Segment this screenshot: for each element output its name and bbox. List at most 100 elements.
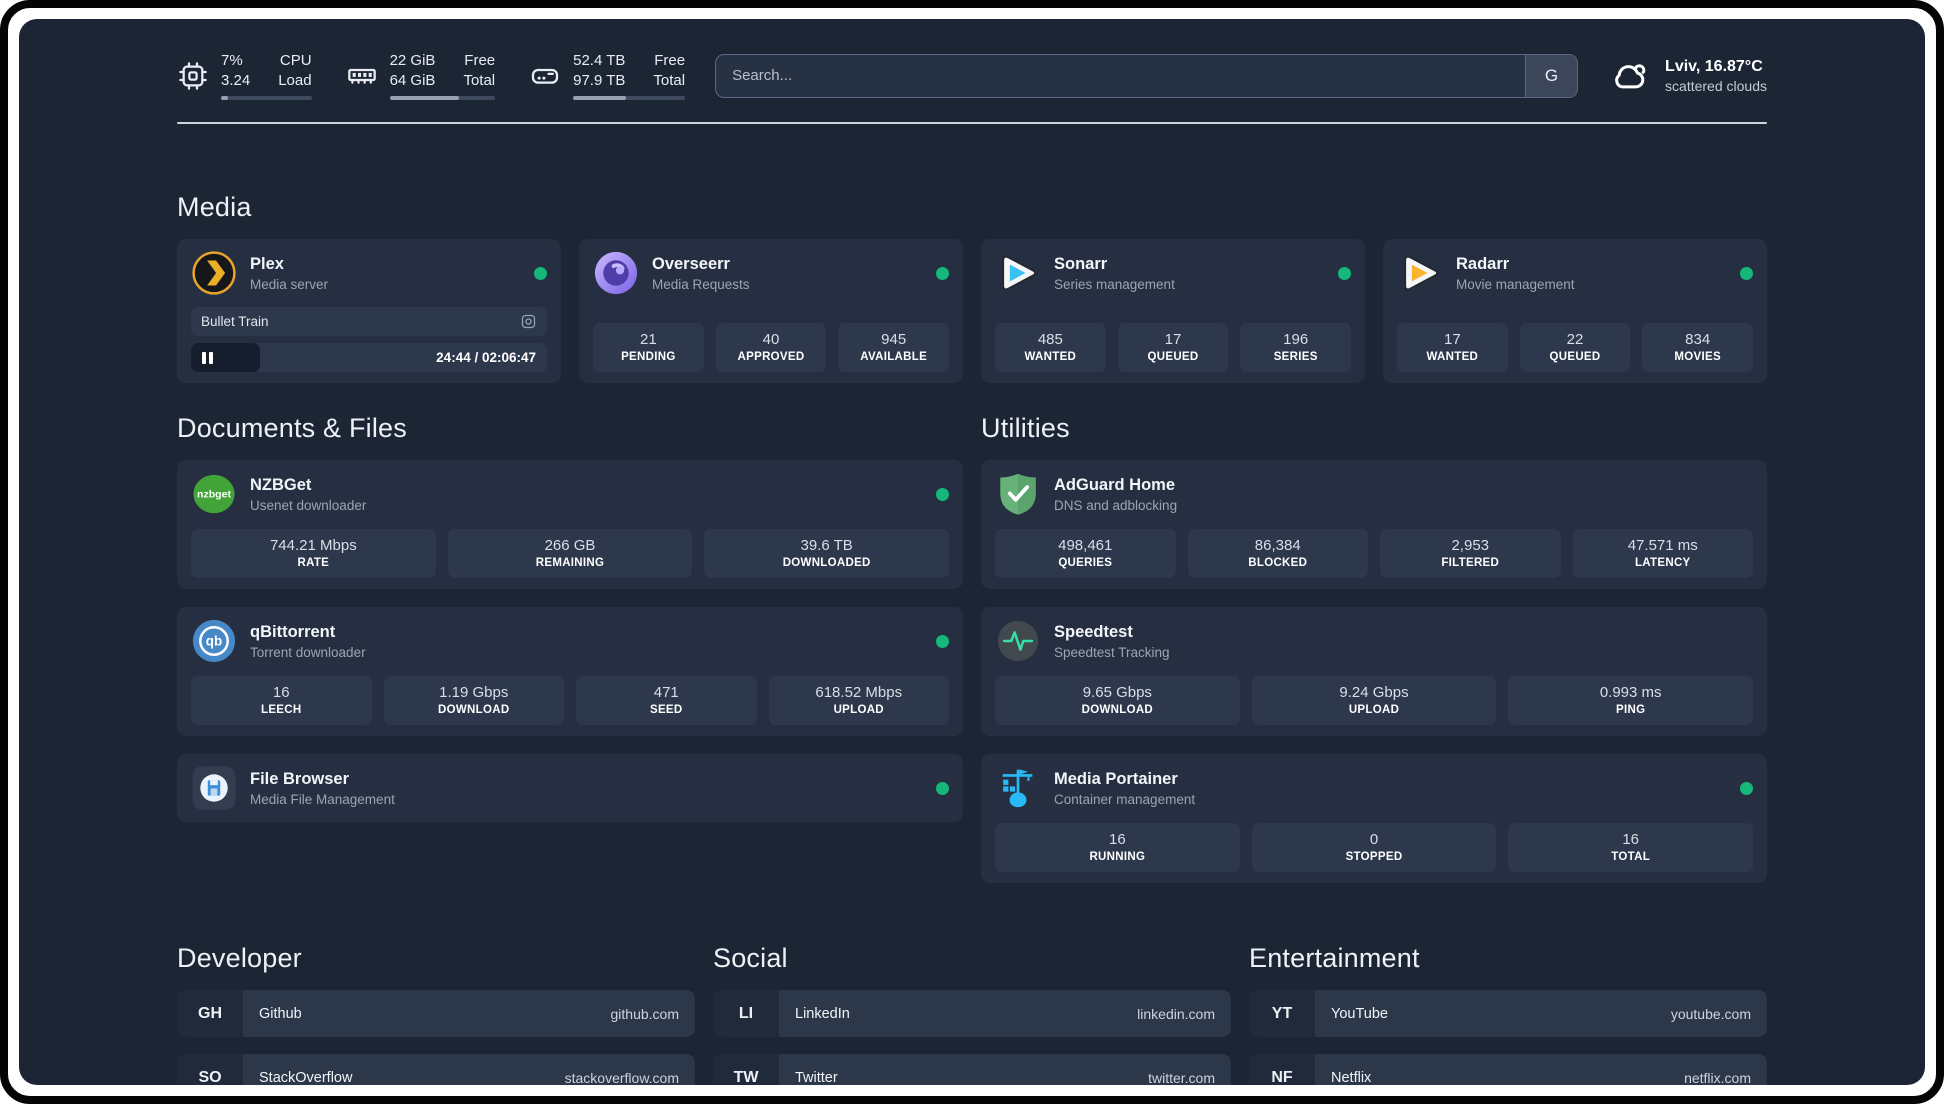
bookmark-link-twitter[interactable]: TW Twitter twitter.com	[713, 1054, 1231, 1085]
service-description: Media File Management	[250, 791, 395, 807]
bookmark-body: YouTube youtube.com	[1315, 990, 1767, 1037]
stat-label: SERIES	[1273, 351, 1318, 363]
stat-value: 485	[1037, 331, 1063, 348]
stat-value: 22	[1566, 331, 1584, 348]
search-provider-button[interactable]: G	[1525, 54, 1578, 97]
stat-value: 47.571 ms	[1627, 537, 1698, 554]
bookmark-body: Netflix netflix.com	[1315, 1054, 1767, 1085]
bookmark-link-github[interactable]: GH Github github.com	[177, 990, 695, 1037]
service-header: AdGuard Home DNS and adblocking	[995, 471, 1753, 517]
stat-value: 196	[1283, 331, 1309, 348]
stat-label: PENDING	[621, 351, 676, 363]
stat-value: 16	[1108, 831, 1126, 848]
service-card-nzbget[interactable]: nzbget NZBGet Usenet downloader 744.21 Mbps…	[177, 460, 963, 589]
bookmark-list: GH Github github.com SO StackOverflow stackov…	[177, 990, 695, 1085]
service-card-qbittorrent[interactable]: qb qBittorrent Torrent downloader 16 LEECH 1.…	[177, 607, 963, 736]
stat-values: 22 GiB 64 GiB	[390, 51, 436, 90]
stat-label: REMAINING	[535, 557, 605, 569]
service-meta: qBittorrent Torrent downloader	[250, 623, 366, 660]
service-card-adguard-home[interactable]: AdGuard Home DNS and adblocking 498,461 QUE…	[981, 460, 1767, 589]
stat-block-approved: 40 APPROVED	[715, 323, 827, 372]
stat-value: 744.21 Mbps	[269, 537, 357, 554]
stat-value: 471	[653, 684, 679, 701]
bookmark-url: stackoverflow.com	[564, 1069, 679, 1086]
service-card-radarr[interactable]: Radarr Movie management 17 WANTED 22 QUEUED 83…	[1383, 239, 1767, 383]
stat-value-line: 7%	[221, 52, 243, 69]
stat-value: 0	[1369, 831, 1379, 848]
service-stats-row: 744.21 Mbps RATE 266 GB REMAINING 39.6 TB DOW…	[191, 529, 950, 578]
stat-label: QUEUED	[1549, 351, 1601, 363]
playback-time: 24:44 / 02:06:47	[436, 350, 536, 365]
svg-text:nzbget: nzbget	[197, 489, 231, 501]
service-name: File Browser	[250, 769, 350, 788]
stat-label: FILTERED	[1441, 557, 1500, 569]
search-bar: G	[715, 53, 1579, 98]
stat-block-stopped: 0 STOPPED	[1251, 823, 1497, 872]
stat-block-movies: 834 MOVIES	[1642, 323, 1754, 372]
stat-block-ping: 0.993 ms PING	[1508, 676, 1754, 725]
system-stat-disk-readout: 52.4 TB 97.9 TB Free Total	[573, 51, 686, 100]
stat-label-line: Total	[653, 71, 686, 89]
bookmark-body: Github github.com	[243, 990, 695, 1037]
service-name: Sonarr	[1054, 254, 1108, 273]
service-description: DNS and adblocking	[1054, 497, 1178, 513]
service-stats-row: 21 PENDING 40 APPROVED 945 AVAILABLE	[593, 323, 950, 372]
stat-value: 17	[1443, 331, 1461, 348]
service-card-speedtest[interactable]: Speedtest Speedtest Tracking 9.65 Gbps DOWN…	[981, 607, 1767, 736]
service-stats-row: 16 LEECH 1.19 Gbps DOWNLOAD 471 SEED 618.52 Mb…	[191, 676, 949, 725]
bookmark-link-youtube[interactable]: YT YouTube youtube.com	[1249, 990, 1767, 1037]
service-name: Speedtest	[1054, 622, 1133, 641]
service-header: Radarr Movie management	[1397, 250, 1753, 296]
stat-value-line: 52.4 TB	[573, 52, 626, 69]
bookmark-body: LinkedIn linkedin.com	[779, 990, 1231, 1037]
bookmark-link-netflix[interactable]: NF Netflix netflix.com	[1249, 1054, 1767, 1085]
stat-value: 9.24 Gbps	[1339, 684, 1409, 701]
status-dot-online	[936, 487, 949, 501]
stat-value: 498,461	[1058, 537, 1113, 554]
stat-values: 52.4 TB 97.9 TB	[573, 51, 625, 90]
stat-block-download: 1.19 Gbps DOWNLOAD	[383, 676, 564, 725]
stat-label: WANTED	[1426, 351, 1479, 363]
bookmark-name: Twitter	[795, 1069, 838, 1086]
stat-label: PING	[1616, 704, 1646, 716]
stat-block-remaining: 266 GB REMAINING	[447, 529, 693, 578]
service-card-sonarr[interactable]: Sonarr Series management 485 WANTED 17 QUEUED…	[981, 239, 1365, 383]
service-header: nzbget NZBGet Usenet downloader	[191, 471, 949, 517]
service-meta: Plex Media server	[250, 255, 328, 292]
stat-label: APPROVED	[737, 351, 805, 363]
status-dot-online	[936, 781, 949, 795]
memory-icon	[346, 60, 378, 92]
overseerr-icon	[593, 250, 639, 296]
stat-value-line: 22 GiB	[389, 52, 436, 69]
service-card-file-browser[interactable]: File Browser Media File Management	[177, 754, 963, 822]
stat-label: SEED	[649, 704, 683, 716]
documents-services: nzbget NZBGet Usenet downloader 744.21 Mbps…	[177, 460, 963, 822]
service-description: Speedtest Tracking	[1054, 644, 1170, 660]
stat-labels: Free Total	[653, 51, 685, 90]
stat-value: 2,953	[1451, 537, 1490, 554]
stat-label: WANTED	[1024, 351, 1077, 363]
service-card-overseerr[interactable]: Overseerr Media Requests 21 PENDING 40 APPROV…	[579, 239, 963, 383]
service-name: qBittorrent	[250, 622, 336, 641]
service-card-media-portainer[interactable]: Media Portainer Container management 16 RUN…	[981, 754, 1767, 883]
bookmark-abbr: SO	[198, 1068, 222, 1086]
service-header: qb qBittorrent Torrent downloader	[191, 618, 949, 664]
service-header: File Browser Media File Management	[191, 765, 949, 811]
service-name: Overseerr	[652, 254, 730, 273]
stat-label-line: Load	[278, 71, 312, 89]
system-stat-memory: 22 GiB 64 GiB Free Total	[346, 51, 496, 100]
service-header: Plex Media server	[191, 250, 547, 296]
search-input[interactable]	[716, 54, 1526, 97]
bookmark-link-stackoverflow[interactable]: SO StackOverflow stackoverflow.com	[177, 1054, 695, 1085]
pause-icon[interactable]	[202, 351, 213, 364]
stat-value: 266 GB	[544, 537, 596, 554]
service-card-plex[interactable]: Plex Media server Bullet Train 24:44 / 02:0…	[177, 239, 561, 383]
stat-block-filtered: 2,953 FILTERED	[1380, 529, 1561, 578]
system-stat-cpu: 7% 3.24 CPU Load	[177, 51, 312, 100]
stat-label-line: Total	[463, 71, 496, 89]
bookmark-link-linkedin[interactable]: LI LinkedIn linkedin.com	[713, 990, 1231, 1037]
progress-fill	[389, 95, 460, 100]
service-stats-row: 17 WANTED 22 QUEUED 834 MOVIES	[1397, 323, 1754, 372]
bookmark-abbr: LI	[738, 1004, 754, 1022]
stat-label: STOPPED	[1345, 851, 1403, 863]
